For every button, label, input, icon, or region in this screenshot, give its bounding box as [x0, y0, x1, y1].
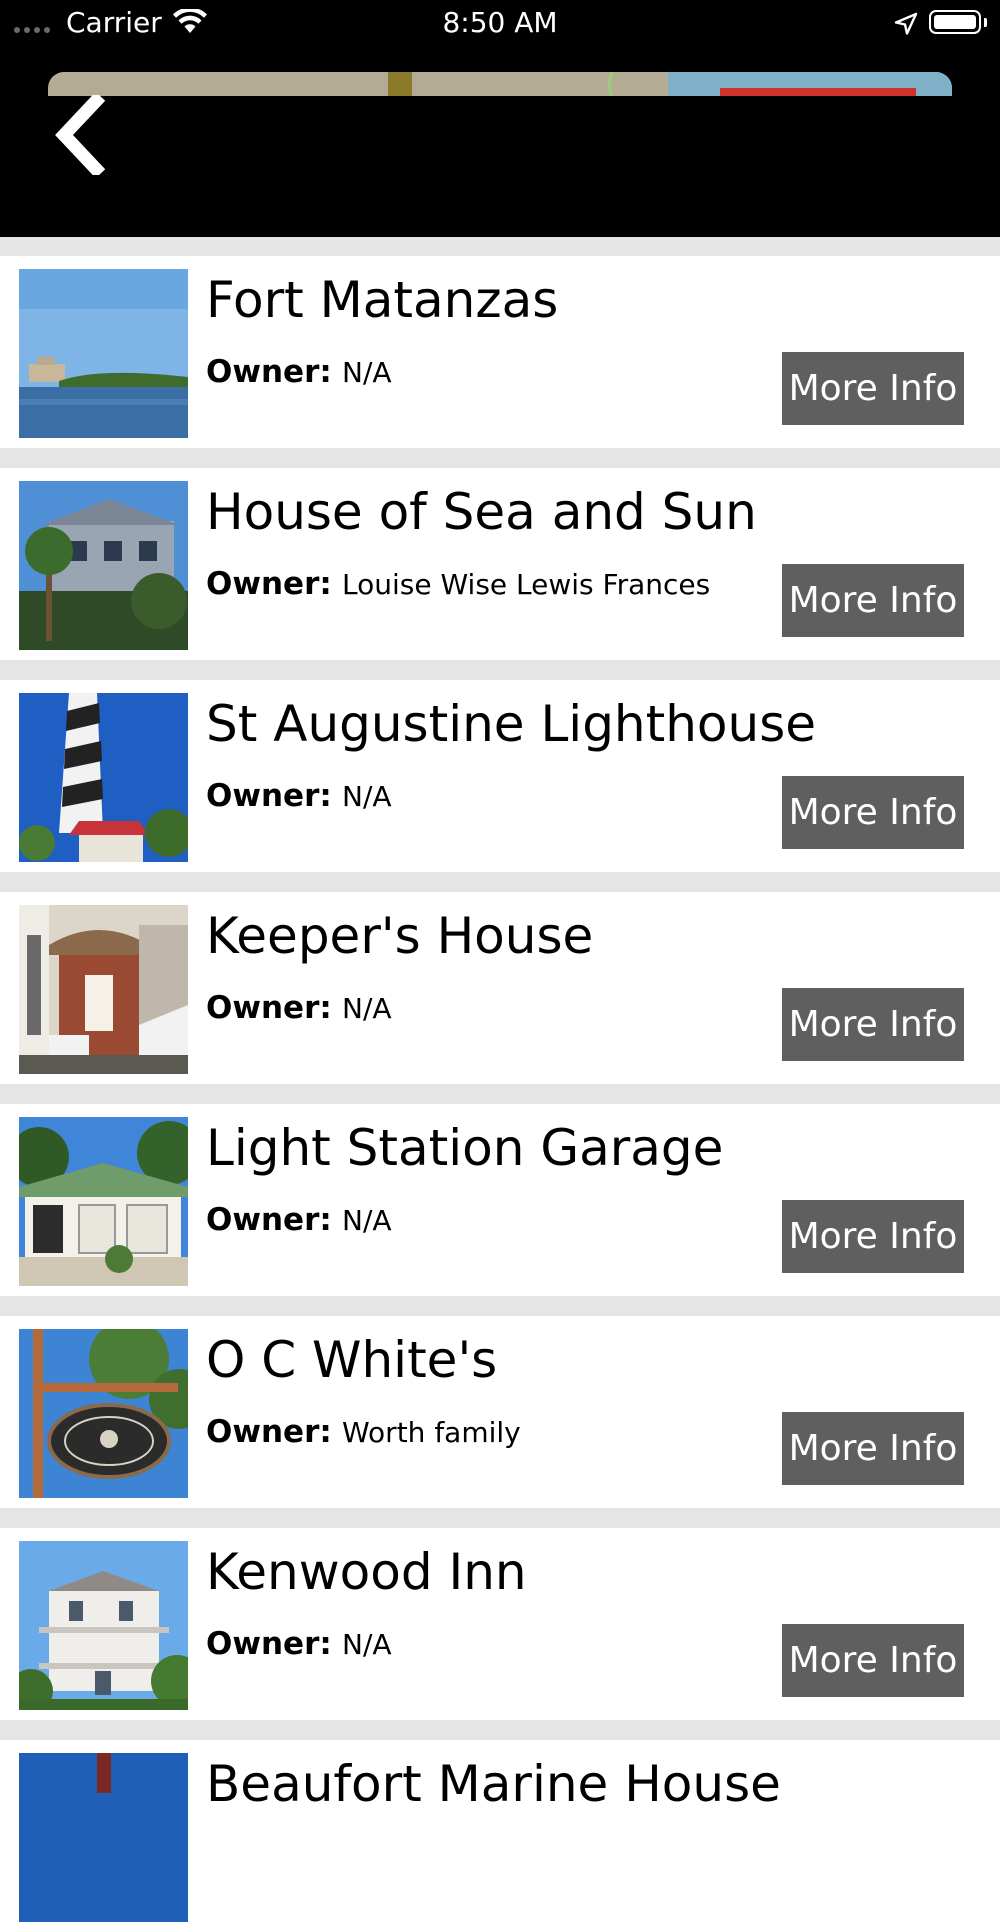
more-info-button[interactable]: More Info: [782, 1412, 964, 1485]
clock: 8:50 AM: [442, 6, 558, 39]
list-item[interactable]: Keeper's House Owner: N/A More Info: [0, 892, 1000, 1084]
owner-value: N/A: [342, 1628, 392, 1661]
map-preview[interactable]: [48, 72, 952, 96]
more-info-button[interactable]: More Info: [782, 1624, 964, 1697]
place-thumbnail: [19, 481, 188, 650]
list-item[interactable]: Fort Matanzas Owner: N/A More Info: [0, 256, 1000, 448]
owner-label: Owner:: [206, 990, 332, 1026]
owner-value: Louise Wise Lewis Frances: [342, 568, 711, 601]
owner-label: Owner:: [206, 1626, 332, 1662]
owner-label: Owner:: [206, 354, 332, 390]
owner-value: N/A: [342, 780, 392, 813]
list-item[interactable]: Beaufort Marine House: [0, 1740, 1000, 1932]
place-thumbnail: [19, 1329, 188, 1498]
location-arrow-icon: [894, 12, 918, 40]
owner-value: N/A: [342, 1204, 392, 1237]
battery-icon: [929, 10, 981, 34]
place-title: House of Sea and Sun: [206, 483, 757, 541]
place-title: Keeper's House: [206, 907, 594, 965]
owner-value: N/A: [342, 992, 392, 1025]
list-item[interactable]: Light Station Garage Owner: N/A More Inf…: [0, 1104, 1000, 1296]
place-title: O C White's: [206, 1331, 498, 1389]
place-thumbnail: [19, 905, 188, 1074]
place-title: Light Station Garage: [206, 1119, 724, 1177]
owner-label: Owner:: [206, 566, 332, 602]
more-info-button[interactable]: More Info: [782, 776, 964, 849]
place-title: Kenwood Inn: [206, 1543, 527, 1601]
chevron-left-icon: [55, 95, 106, 175]
more-info-button[interactable]: More Info: [782, 988, 964, 1061]
back-button[interactable]: [44, 90, 114, 180]
list-item[interactable]: St Augustine Lighthouse Owner: N/A More …: [0, 680, 1000, 872]
more-info-button[interactable]: More Info: [782, 564, 964, 637]
list-item[interactable]: House of Sea and Sun Owner: Louise Wise …: [0, 468, 1000, 660]
place-thumbnail: [19, 1541, 188, 1710]
owner-value: Worth family: [342, 1416, 521, 1449]
nav-bar: [0, 50, 1000, 237]
owner-label: Owner:: [206, 778, 332, 814]
more-info-button[interactable]: More Info: [782, 352, 964, 425]
list-item[interactable]: Kenwood Inn Owner: N/A More Info: [0, 1528, 1000, 1720]
place-title: Beaufort Marine House: [206, 1755, 781, 1813]
owner-value: N/A: [342, 356, 392, 389]
list-item[interactable]: O C White's Owner: Worth family More Inf…: [0, 1316, 1000, 1508]
place-thumbnail: [19, 1753, 188, 1922]
battery-cap: [984, 18, 987, 27]
more-info-button[interactable]: More Info: [782, 1200, 964, 1273]
status-bar: Carrier 8:50 AM: [0, 0, 1000, 50]
owner-label: Owner:: [206, 1202, 332, 1238]
place-thumbnail: [19, 693, 188, 862]
place-thumbnail: [19, 269, 188, 438]
place-title: St Augustine Lighthouse: [206, 695, 817, 753]
owner-label: Owner:: [206, 1414, 332, 1450]
place-title: Fort Matanzas: [206, 271, 559, 329]
place-thumbnail: [19, 1117, 188, 1286]
